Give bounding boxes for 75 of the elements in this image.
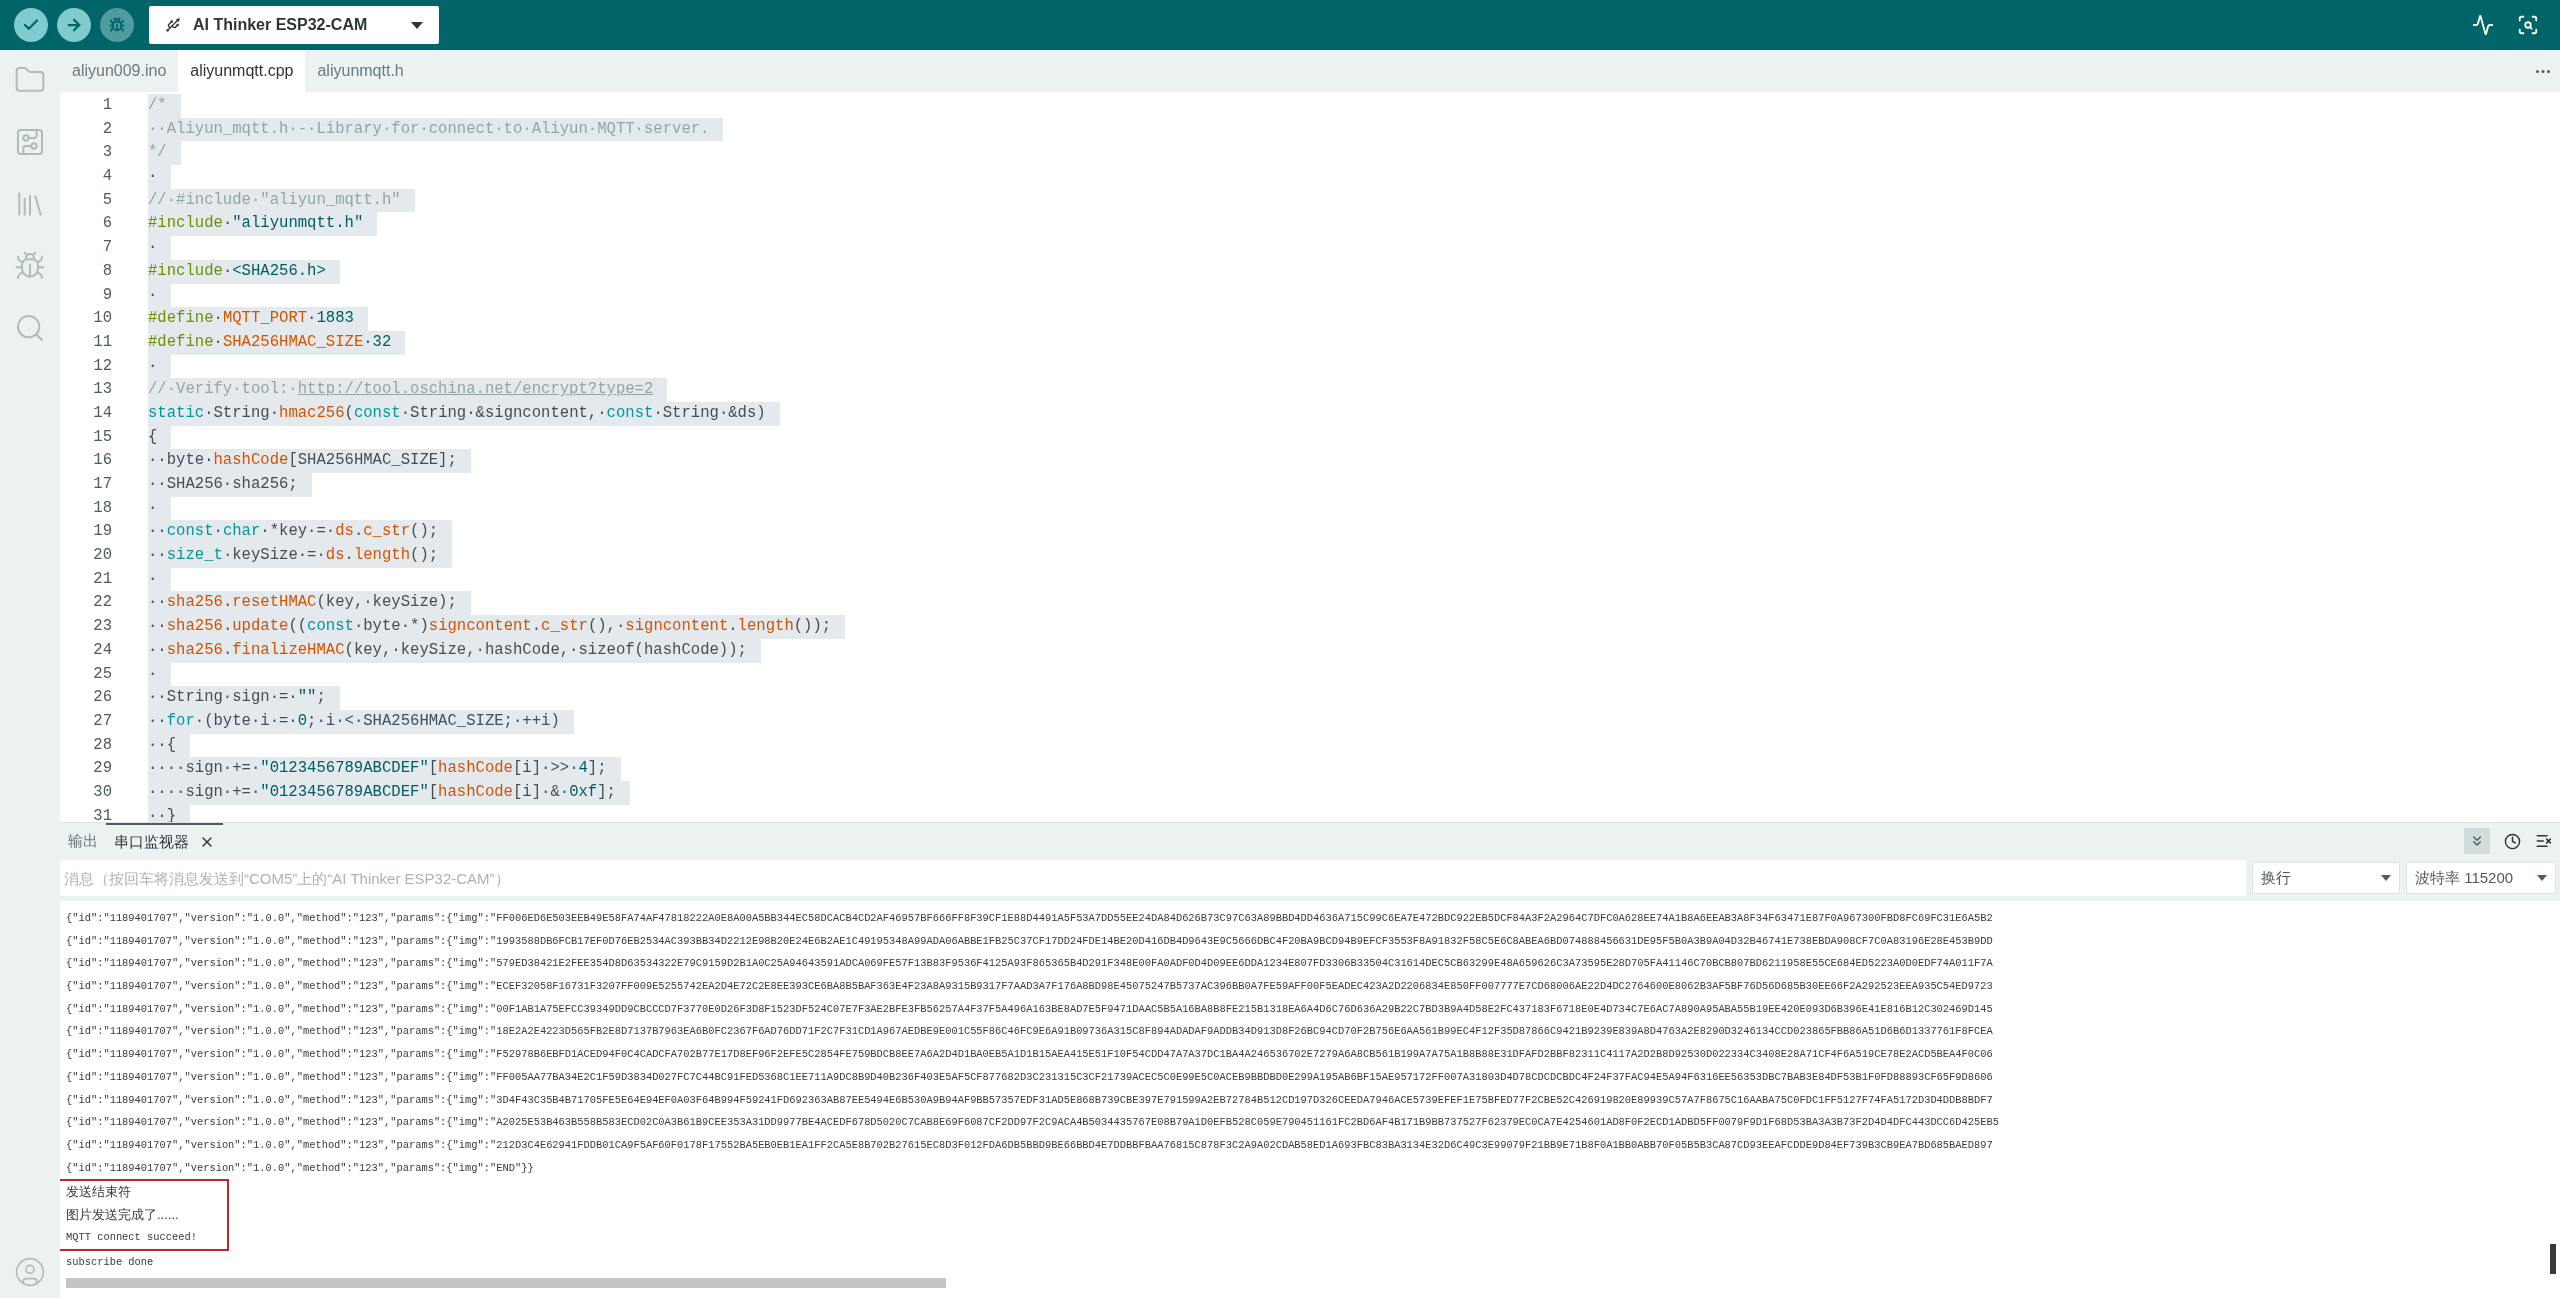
baud-rate-dropdown[interactable]: 波特率 115200 [2406,862,2556,894]
caret-icon [411,21,423,29]
line-number: 27 [92,710,112,732]
file-tab[interactable]: aliyunmqtt.cpp [178,50,306,92]
search-icon[interactable] [14,312,46,344]
verify-button[interactable] [14,8,48,42]
line-number: 24 [92,639,112,661]
vertical-scrollbar[interactable] [2550,1244,2556,1274]
line-number: 20 [92,545,112,567]
line-number: 2 [101,118,112,140]
serial-line: {"id":"1189401707","version":"1.0.0","method":"123","params":{"img":"F52978B6EBFD1ACED94F0C4CADCFA702B77E17D8EF96F2EFE5C2854FE759BDCB8EE7A6A2D4D1BA0EB5A1D1B15AEA415E51F10F54CDD47A7A37DC1BA4A246536702E7279A6A8CB561B199A7A75A1B8B88E31DFAFD2BBF82311C4117A2D2B8D92530D022334C3408E28A71CF4F6A519CE78E2ACD5BEA4F0C06 [66,1047,1993,1063]
serial-line: {"id":"1189401707","version":"1.0.0","method":"123","params":{"img":"ECEF32058F16731F3207FF009E5255742EA2D4E72C2E8EE393CE6BA8B5BAF363E4F23A8A9315B9317F7AAD3A7F176A8BD98E45075247B5737AC396BB0A7FE59AFF00F5EADEC423A2D2206834E850FF007777E7CD68006AE22D4DC2764600E8062B3AF5BF76D56D685B30EE66F2A292523EEA935C54ED9723 [66,979,1993,995]
board-icon[interactable] [14,126,46,158]
serial-line: {"id":"1189401707","version":"1.0.0","method":"123","params":{"img":"00F1AB1A75EFCC39349DD9CBCCCD7F3770E0D26F3D8F1523DF524C07E7F3AE2BFE3FB56257A4F37F5A496A163BE8AD7E5F9471DAAC5B5A16BA8B8FE215B1318EA6A4D6C76D636A29B22C7BD3B9A4D58E2FC437183F6718E0E4D734C7E6AC7A890A95ABA55B19EE420E093D6B396E41E816B12C302469D145 [66,1001,1993,1017]
file-tab[interactable]: aliyunmqtt.h [305,50,416,92]
pulse-icon [2472,14,2494,36]
upload-button[interactable] [57,8,91,42]
line-number: 25 [92,663,112,685]
serial-line: {"id":"1189401707","version":"1.0.0","method":"123","params":{"img":"579ED38421E2FEE354D8D63534322E79C9159D2B1A0C25A94643591ADCA069FE57F13B83F9536F4125A93F865365B4D291F348E00FA0ADF0D4D09EE6DDA1234E807FD3306B33504C31614DEC5CB63299E48A659626C3A73595E28D705FA41146C70BCB807BD6211958E55CE684ED5223A0D0EDF74A011F7A [66,956,1993,972]
clear-list-icon [2535,832,2553,850]
clock-icon [2503,832,2521,850]
serial-line: subscribe done [66,1254,154,1270]
user-icon[interactable] [14,1256,46,1288]
bug-icon[interactable] [14,250,46,282]
line-number: 6 [101,213,112,235]
board-selector[interactable]: AI Thinker ESP32-CAM [149,6,439,44]
usb-icon [165,17,181,33]
line-number: 23 [92,616,112,638]
line-number: 17 [92,474,112,495]
line-number: 3 [101,142,112,164]
line-number: 30 [92,781,112,803]
caret-icon [2381,875,2391,881]
line-number: 22 [92,592,112,614]
line-number: 15 [92,426,112,448]
serial-line: {"id":"1189401707","version":"1.0.0","method":"123","params":{"img":"212D3C4E62941FDDB01CA9F5AF60F0178F17552BA5EB0EB1EA1FF2CA5E8B702B27615EC8D3F012FDA6DB5BBD9BE66BBD4E7DDBBFBAA76815C878F3C2A9A02CDAB58ED1A693FBC83BA3134E32D6C49C3E99079F21BB9E71B8F0A1BB0ABB70F05B5B3CA87CD93EEAFCDDE9D84EF739B3CB9EA7BD685BAED897 [66,1137,1993,1153]
magnifier-icon [2517,14,2539,36]
line-number: 14 [92,402,112,424]
line-number: 29 [92,758,112,780]
serial-line: {"id":"1189401707","version":"1.0.0","method":"123","params":{"img":"A2025E53B463B558B583ECD02C0A3B61B9CEE353A31DD9977BE4ACEDF678D5020C7CAB8E69F6087CF2DD97F2C9ACA4B5034435767E08B79A1D0EFB528C059E790451161FC2BD6AF4B171B9BB737527F62379EC0CA7E4254601AD8F0F2ECD1ADBD5FF0079F9D1F68D53BA3A3B73F2D4D4DFC443DCC6D425EB5 [66,1115,1999,1131]
line-number: 19 [92,521,112,543]
line-number: 18 [92,497,112,519]
line-number: 7 [101,237,112,259]
line-number: 12 [92,355,112,377]
line-number: 21 [92,568,112,590]
line-number: 1 [101,95,112,116]
horizontal-scrollbar[interactable] [66,1278,946,1288]
line-number: 8 [101,260,112,282]
serial-line: {"id":"1189401707","version":"1.0.0","method":"123","params":{"img":"FF006ED6E503EEB49E58FA74AF47818222A0E8A00A5BB344EC58DCACB4CD2AF46957BF666FF8F39CF1E88D4491A5F53A7DD55EE24DA84D626B73C97C63A89BBD4DD4636A715C99C6EA7E472BDC922EB5DCF84A3F2A2964C7DFC0A628EE74A1B8A6EEAB3A8F34F63471E87F0A967300FBD8FC69FC31E6A5B2 [66,911,1993,926]
line-ending-dropdown[interactable]: 换行 [2252,862,2400,894]
line-number: 9 [101,284,112,306]
serial-line: {"id":"1189401707","version":"1.0.0","method":"123","params":{"img":"1993588DB6FCB17EF0D76EB2534AC393BB34D2212E98B20E24E6B2AE1C49195348A99ADA06ABBE1FB25C37CF17DD24FDE14BE20D416DB4D9643E9C5666DBC4F20BA9BCD94B9EFCF3553F8A91832F58C5E6C8ABEA6BD074888456631DE95F5B0A3B9A04D32B46741E738EBDA908CF7C0A83196E28E453B9DD [66,933,1993,949]
line-number: 26 [92,687,112,709]
bug-icon [109,17,125,33]
message-field[interactable]: 消息（按回车将消息发送到“COM5”上的“AI Thinker ESP32-CAM”） [60,860,2246,896]
arrow-right-icon [65,16,83,34]
serial-line: MQTT connect succeed! [66,1230,197,1246]
caret-icon [2537,875,2547,881]
line-number: 5 [101,189,112,211]
serial-line: {"id":"1189401707","version":"1.0.0","method":"123","params":{"img":"FF005AA77BA34E2C1F59D3834D027FC7C44BC91FED5368C1EE711A9DC8B9D40B236F403E5AF5CF877682D3C231315C3CF21739ACEC5C0E99E5C0ACEB9BBDBD0E299A195AB6BF15AE957172FF007A31803D4D78CDCDCBDC4F24F37FAC94E5A94F6316EE56353DBC7BAB3E84DF53B1F0FD88893CF65F9D8606 [66,1069,1993,1085]
line-number: 28 [92,734,112,756]
serial-line: {"id":"1189401707","version":"1.0.0","method":"123","params":{"img":"3D4F43C35B4B71705FE5E64E94EF0A03F64B994F59241FD692363AB87EE5494E6B530A9B94AF9BB57357EDF31AD5E868B739CBE397E791599A2EB72784B512CD197D326CEEDA7946ACE5739EFEF1E75BFED77F2CBE52C426919820E89939C57A7F8675C16AABA75C0FDC1FF5127F74FA5172D3D4DDB8BDF7 [66,1092,1993,1108]
serial-line: 发送结束符 [66,1183,131,1202]
line-number: 4 [101,166,112,188]
line-number: 11 [92,331,112,353]
panel-tab[interactable]: 输出 [60,823,106,859]
serial-line: {"id":"1189401707","version":"1.0.0","method":"123","params":{"img":"END"}} [66,1160,534,1176]
line-number: 31 [92,805,112,822]
serial-line: 图片发送完成了...... [66,1205,179,1224]
line-number: 10 [92,308,112,330]
file-tab[interactable]: aliyun009.ino [60,50,179,92]
serial-line: {"id":"1189401707","version":"1.0.0","method":"123","params":{"img":"18E2A2E4223D565FB2E8D7137B7963EA6B0FC2367F6AD76DD71F2C7F31CD1A967AEDBE9E001C55F86C46FC9E6A91B09736A315C8F894ADADAF9ADDB34D913D8F26BC94CD70F2B756E6AA561B99EC4F12F35D87866C9421B9239E839A8D4763A2E8290D3246134CCD023865FBB86A51D6B6D1337761F8FCEA [66,1024,1993,1040]
ellipsis-icon [2536,69,2550,73]
line-number: 13 [92,379,112,401]
line-number: 16 [92,450,112,472]
autoscroll-button[interactable] [2464,828,2490,854]
